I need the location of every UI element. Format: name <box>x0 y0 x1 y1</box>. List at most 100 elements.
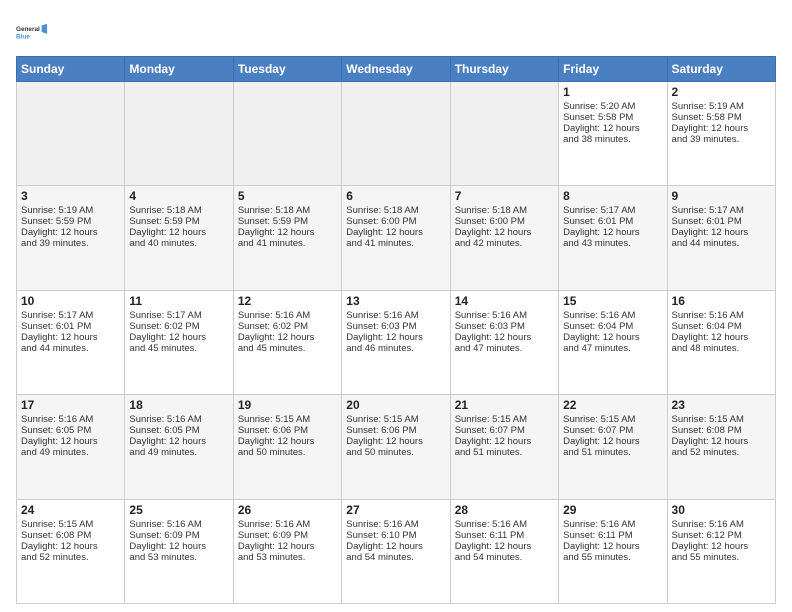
day-info-line: Daylight: 12 hours <box>238 436 337 447</box>
day-info-line: Sunset: 6:04 PM <box>672 321 771 332</box>
day-info-line: and 50 minutes. <box>238 447 337 458</box>
day-info-line: Sunrise: 5:16 AM <box>238 519 337 530</box>
day-info-line: and 40 minutes. <box>129 238 228 249</box>
day-info-line: Sunrise: 5:16 AM <box>238 310 337 321</box>
day-info-line: and 51 minutes. <box>455 447 554 458</box>
logo-icon: GeneralBlue <box>16 16 48 48</box>
day-info-line: Sunrise: 5:18 AM <box>455 205 554 216</box>
day-number: 4 <box>129 189 228 203</box>
day-info-line: Daylight: 12 hours <box>563 436 662 447</box>
day-info-line: Daylight: 12 hours <box>21 227 120 238</box>
day-info-line: Daylight: 12 hours <box>129 541 228 552</box>
day-info-line: and 41 minutes. <box>346 238 445 249</box>
day-info-line: and 53 minutes. <box>129 552 228 563</box>
day-number: 15 <box>563 294 662 308</box>
day-info-line: Sunset: 6:06 PM <box>238 425 337 436</box>
day-info-line: Daylight: 12 hours <box>563 123 662 134</box>
col-header-monday: Monday <box>125 57 233 82</box>
calendar-cell: 9Sunrise: 5:17 AMSunset: 6:01 PMDaylight… <box>667 186 775 290</box>
day-info-line: Sunrise: 5:17 AM <box>672 205 771 216</box>
day-info-line: and 52 minutes. <box>21 552 120 563</box>
day-info-line: and 52 minutes. <box>672 447 771 458</box>
day-info-line: Daylight: 12 hours <box>346 541 445 552</box>
day-info-line: and 54 minutes. <box>346 552 445 563</box>
calendar-cell: 27Sunrise: 5:16 AMSunset: 6:10 PMDayligh… <box>342 499 450 603</box>
day-info-line: and 53 minutes. <box>238 552 337 563</box>
calendar-cell: 23Sunrise: 5:15 AMSunset: 6:08 PMDayligh… <box>667 395 775 499</box>
day-info-line: Sunset: 6:07 PM <box>563 425 662 436</box>
day-number: 30 <box>672 503 771 517</box>
calendar-cell <box>450 82 558 186</box>
calendar-cell: 8Sunrise: 5:17 AMSunset: 6:01 PMDaylight… <box>559 186 667 290</box>
day-info-line: Sunset: 6:06 PM <box>346 425 445 436</box>
day-info-line: Sunset: 6:09 PM <box>238 530 337 541</box>
day-number: 26 <box>238 503 337 517</box>
calendar-cell: 12Sunrise: 5:16 AMSunset: 6:02 PMDayligh… <box>233 290 341 394</box>
day-info-line: and 55 minutes. <box>672 552 771 563</box>
calendar-cell: 2Sunrise: 5:19 AMSunset: 5:58 PMDaylight… <box>667 82 775 186</box>
day-info-line: Sunrise: 5:15 AM <box>346 414 445 425</box>
day-number: 5 <box>238 189 337 203</box>
day-info-line: and 39 minutes. <box>21 238 120 249</box>
col-header-sunday: Sunday <box>17 57 125 82</box>
day-info-line: Daylight: 12 hours <box>129 436 228 447</box>
day-info-line: Sunrise: 5:18 AM <box>238 205 337 216</box>
day-info-line: Sunrise: 5:16 AM <box>129 519 228 530</box>
day-info-line: Daylight: 12 hours <box>21 436 120 447</box>
day-info-line: Daylight: 12 hours <box>672 436 771 447</box>
week-row-5: 24Sunrise: 5:15 AMSunset: 6:08 PMDayligh… <box>17 499 776 603</box>
day-number: 25 <box>129 503 228 517</box>
day-info-line: Daylight: 12 hours <box>455 436 554 447</box>
day-info-line: Sunrise: 5:15 AM <box>21 519 120 530</box>
day-info-line: Sunrise: 5:15 AM <box>672 414 771 425</box>
day-number: 3 <box>21 189 120 203</box>
calendar-cell: 15Sunrise: 5:16 AMSunset: 6:04 PMDayligh… <box>559 290 667 394</box>
day-info-line: Sunset: 6:03 PM <box>346 321 445 332</box>
day-info-line: and 54 minutes. <box>455 552 554 563</box>
page: GeneralBlue SundayMondayTuesdayWednesday… <box>0 0 792 612</box>
day-info-line: Daylight: 12 hours <box>21 332 120 343</box>
day-info-line: Sunset: 6:03 PM <box>455 321 554 332</box>
day-info-line: Sunrise: 5:16 AM <box>21 414 120 425</box>
day-info-line: and 44 minutes. <box>21 343 120 354</box>
calendar-cell <box>17 82 125 186</box>
day-info-line: and 42 minutes. <box>455 238 554 249</box>
day-info-line: Daylight: 12 hours <box>238 227 337 238</box>
calendar-cell: 3Sunrise: 5:19 AMSunset: 5:59 PMDaylight… <box>17 186 125 290</box>
logo: GeneralBlue <box>16 16 48 48</box>
day-info-line: Sunrise: 5:19 AM <box>672 101 771 112</box>
calendar-cell: 25Sunrise: 5:16 AMSunset: 6:09 PMDayligh… <box>125 499 233 603</box>
calendar-cell: 6Sunrise: 5:18 AMSunset: 6:00 PMDaylight… <box>342 186 450 290</box>
day-info-line: and 43 minutes. <box>563 238 662 249</box>
day-info-line: Daylight: 12 hours <box>238 332 337 343</box>
day-info-line: Sunset: 6:11 PM <box>563 530 662 541</box>
week-row-4: 17Sunrise: 5:16 AMSunset: 6:05 PMDayligh… <box>17 395 776 499</box>
calendar-cell: 26Sunrise: 5:16 AMSunset: 6:09 PMDayligh… <box>233 499 341 603</box>
day-info-line: Sunrise: 5:18 AM <box>346 205 445 216</box>
calendar-cell: 16Sunrise: 5:16 AMSunset: 6:04 PMDayligh… <box>667 290 775 394</box>
day-info-line: Sunrise: 5:16 AM <box>346 310 445 321</box>
day-info-line: and 45 minutes. <box>129 343 228 354</box>
day-info-line: and 55 minutes. <box>563 552 662 563</box>
day-info-line: Daylight: 12 hours <box>455 541 554 552</box>
day-info-line: Sunset: 5:58 PM <box>672 112 771 123</box>
calendar-cell: 30Sunrise: 5:16 AMSunset: 6:12 PMDayligh… <box>667 499 775 603</box>
calendar-cell: 14Sunrise: 5:16 AMSunset: 6:03 PMDayligh… <box>450 290 558 394</box>
col-header-wednesday: Wednesday <box>342 57 450 82</box>
day-info-line: Sunset: 5:59 PM <box>129 216 228 227</box>
day-info-line: and 47 minutes. <box>563 343 662 354</box>
day-number: 29 <box>563 503 662 517</box>
day-info-line: Sunset: 6:05 PM <box>21 425 120 436</box>
col-header-saturday: Saturday <box>667 57 775 82</box>
day-info-line: Sunset: 5:58 PM <box>563 112 662 123</box>
day-info-line: Sunrise: 5:16 AM <box>563 310 662 321</box>
calendar-cell: 7Sunrise: 5:18 AMSunset: 6:00 PMDaylight… <box>450 186 558 290</box>
calendar-cell: 24Sunrise: 5:15 AMSunset: 6:08 PMDayligh… <box>17 499 125 603</box>
day-info-line: Sunrise: 5:16 AM <box>672 310 771 321</box>
day-info-line: and 44 minutes. <box>672 238 771 249</box>
day-info-line: Daylight: 12 hours <box>346 227 445 238</box>
day-info-line: Sunrise: 5:15 AM <box>238 414 337 425</box>
day-number: 2 <box>672 85 771 99</box>
day-info-line: and 38 minutes. <box>563 134 662 145</box>
day-number: 10 <box>21 294 120 308</box>
